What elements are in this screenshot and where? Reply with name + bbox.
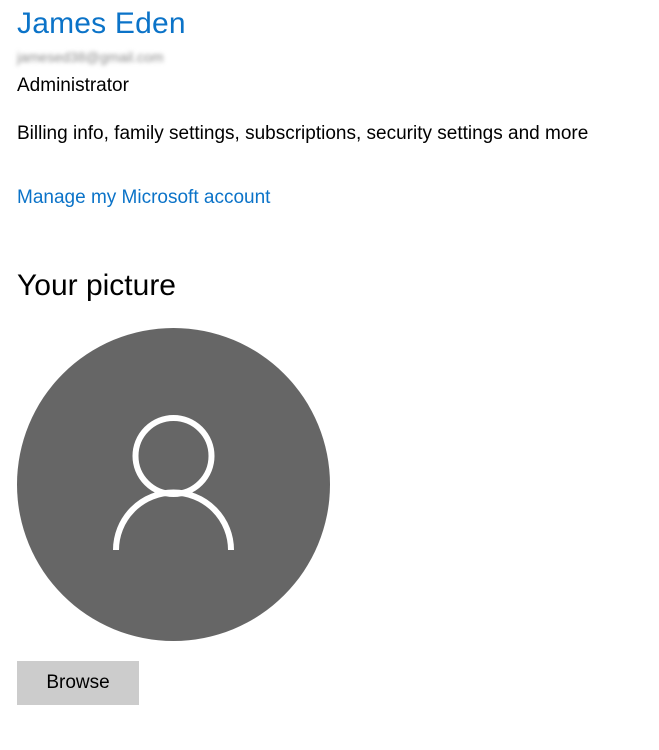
account-email: jamesed38@gmail.com [17, 49, 164, 65]
manage-account-link[interactable]: Manage my Microsoft account [17, 185, 270, 211]
account-name: James Eden [17, 7, 186, 40]
avatar [17, 328, 330, 641]
account-description: Billing info, family settings, subscript… [17, 123, 589, 144]
account-role: Administrator [17, 75, 129, 96]
your-picture-heading: Your picture [17, 269, 176, 302]
user-silhouette-icon [113, 415, 234, 551]
browse-button[interactable]: Browse [17, 661, 139, 705]
